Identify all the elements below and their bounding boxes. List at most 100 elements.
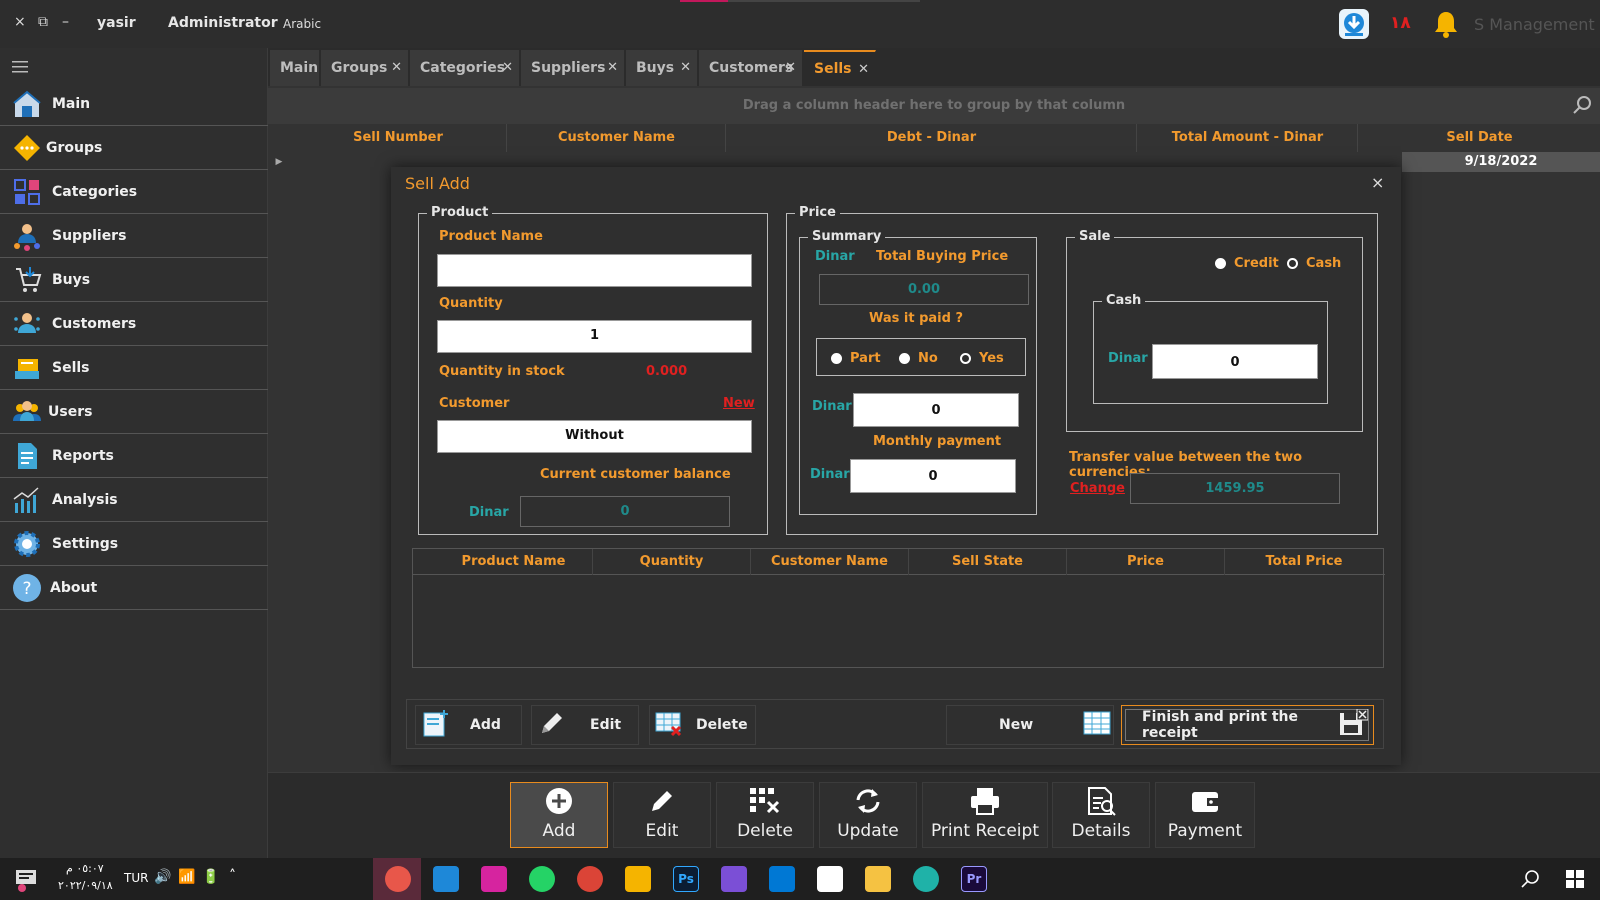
volume-icon[interactable]: 🔊: [154, 869, 171, 885]
customer-select[interactable]: Without: [437, 420, 752, 453]
sidebar-item-users[interactable]: Users: [0, 390, 268, 434]
pencil-icon: [647, 786, 677, 821]
close-tab-icon[interactable]: ✕: [607, 60, 618, 75]
taskbar-photoshop-icon[interactable]: Ps: [673, 866, 699, 892]
search-icon[interactable]: [1572, 94, 1594, 116]
taskbar-app-icon[interactable]: [385, 866, 411, 892]
download-update-icon[interactable]: [1338, 8, 1370, 40]
radio-part[interactable]: Part: [831, 351, 881, 366]
column-header[interactable]: Quantity: [593, 549, 751, 575]
column-header[interactable]: Sell State: [909, 549, 1067, 575]
sidebar-item-sells[interactable]: Sells: [0, 346, 268, 390]
minimize-window-button[interactable]: –: [62, 14, 69, 30]
wifi-icon[interactable]: 📶: [178, 869, 195, 885]
taskbar-store-icon[interactable]: [817, 866, 843, 892]
quantity-input[interactable]: 1: [437, 320, 752, 353]
details-button[interactable]: Details: [1052, 782, 1150, 848]
update-button[interactable]: Update: [819, 782, 917, 848]
delete-button[interactable]: Delete: [716, 782, 814, 848]
print-receipt-button[interactable]: Print Receipt: [922, 782, 1048, 848]
sidebar-item-main[interactable]: Main: [0, 82, 268, 126]
column-header[interactable]: Product Name: [435, 549, 593, 575]
sidebar-item-groups[interactable]: Groups: [0, 126, 268, 170]
taskbar-chrome-icon[interactable]: [577, 866, 603, 892]
sidebar-item-customers[interactable]: Customers: [0, 302, 268, 346]
taskbar-visual-studio-icon[interactable]: [721, 866, 747, 892]
column-header[interactable]: Sell Number: [290, 124, 507, 152]
search-icon[interactable]: [1520, 869, 1540, 889]
close-icon[interactable]: ×: [1371, 173, 1384, 192]
keyboard-language[interactable]: TUR: [124, 871, 148, 885]
battery-icon[interactable]: 🔋: [202, 869, 219, 885]
hamburger-menu-icon[interactable]: [12, 60, 30, 74]
notification-bell-icon[interactable]: [1432, 9, 1460, 39]
sidebar-item-categories[interactable]: Categories: [0, 170, 268, 214]
payment-button[interactable]: Payment: [1155, 782, 1255, 848]
paid-amount-input[interactable]: 0: [853, 393, 1019, 427]
tab-customers[interactable]: Customers ✕: [699, 50, 803, 86]
column-header[interactable]: Debt - Dinar: [727, 124, 1137, 152]
close-tab-icon[interactable]: ✕: [858, 62, 869, 77]
printer-icon: [969, 786, 1001, 821]
tab-buys[interactable]: Buys ✕: [626, 50, 698, 86]
dialog-title: Sell Add: [405, 174, 470, 193]
sidebar-item-analysis[interactable]: Analysis: [0, 478, 268, 522]
close-tab-icon[interactable]: ✕: [680, 60, 691, 75]
windows-start-icon[interactable]: [1566, 870, 1584, 888]
radio-yes[interactable]: Yes: [960, 351, 1004, 366]
language-switch[interactable]: Arabic: [283, 17, 321, 31]
restore-window-button[interactable]: ⧉: [38, 14, 48, 30]
close-window-button[interactable]: ×: [14, 14, 26, 30]
table-cell[interactable]: 9/18/2022: [1402, 152, 1600, 172]
taskbar-instagram-icon[interactable]: [481, 866, 507, 892]
column-header[interactable]: Price: [1067, 549, 1225, 575]
column-header[interactable]: Total Amount - Dinar: [1138, 124, 1358, 152]
taskbar-edge-icon[interactable]: [913, 866, 939, 892]
new-customer-link[interactable]: New: [723, 396, 755, 411]
add-button[interactable]: Add: [510, 782, 608, 848]
taskbar-whatsapp-icon[interactable]: [529, 866, 555, 892]
buys-icon: [12, 265, 42, 295]
tab-main[interactable]: Main: [270, 50, 320, 86]
change-rate-link[interactable]: Change: [1070, 481, 1125, 496]
accent-line-grey: [728, 0, 920, 2]
close-tab-icon[interactable]: ✕: [785, 60, 796, 75]
delete-item-button[interactable]: Delete: [649, 705, 756, 745]
save-close-icon: [1338, 708, 1369, 741]
sidebar-item-reports[interactable]: Reports: [0, 434, 268, 478]
sidebar-item-suppliers[interactable]: Suppliers: [0, 214, 268, 258]
radio-cash[interactable]: Cash: [1287, 256, 1341, 271]
app-logo-icon[interactable]: [14, 866, 40, 892]
column-header[interactable]: Customer Name: [751, 549, 909, 575]
sidebar-item-settings[interactable]: Settings: [0, 522, 268, 566]
taskbar-premiere-icon[interactable]: Pr: [961, 866, 987, 892]
sidebar-item-buys[interactable]: Buys: [0, 258, 268, 302]
monthly-payment-input[interactable]: 0: [850, 459, 1016, 493]
close-tab-icon[interactable]: ✕: [391, 60, 402, 75]
radio-no[interactable]: No: [899, 351, 938, 366]
column-header[interactable]: Customer Name: [508, 124, 726, 152]
taskbar-video-icon[interactable]: [433, 866, 459, 892]
column-header[interactable]: Sell Date: [1359, 124, 1600, 152]
taskbar-tools-icon[interactable]: [625, 866, 651, 892]
product-name-input[interactable]: [437, 254, 752, 287]
new-sell-button[interactable]: New: [946, 705, 1114, 745]
chevron-up-icon[interactable]: ˄: [229, 868, 236, 884]
edit-button[interactable]: Edit: [613, 782, 711, 848]
radio-credit[interactable]: Credit: [1215, 256, 1279, 271]
taskbar-mail-icon[interactable]: [769, 866, 795, 892]
customer-balance-field: 0: [520, 496, 730, 527]
tab-categories[interactable]: Categories ✕: [410, 50, 520, 86]
edit-item-button[interactable]: Edit: [531, 705, 639, 745]
column-header[interactable]: Total Price: [1225, 549, 1383, 575]
finish-print-button[interactable]: Finish and print the receipt: [1121, 705, 1374, 745]
add-item-button[interactable]: Add: [415, 705, 522, 745]
reports-icon: [12, 441, 42, 471]
tab-sells[interactable]: Sells ✕: [804, 50, 876, 86]
sidebar-item-about[interactable]: ? About: [0, 566, 268, 610]
close-tab-icon[interactable]: ✕: [502, 60, 513, 75]
tab-suppliers[interactable]: Suppliers ✕: [521, 50, 625, 86]
taskbar-explorer-icon[interactable]: [865, 866, 891, 892]
tab-groups[interactable]: Groups ✕: [321, 50, 409, 86]
cash-amount-input[interactable]: 0: [1152, 344, 1318, 379]
